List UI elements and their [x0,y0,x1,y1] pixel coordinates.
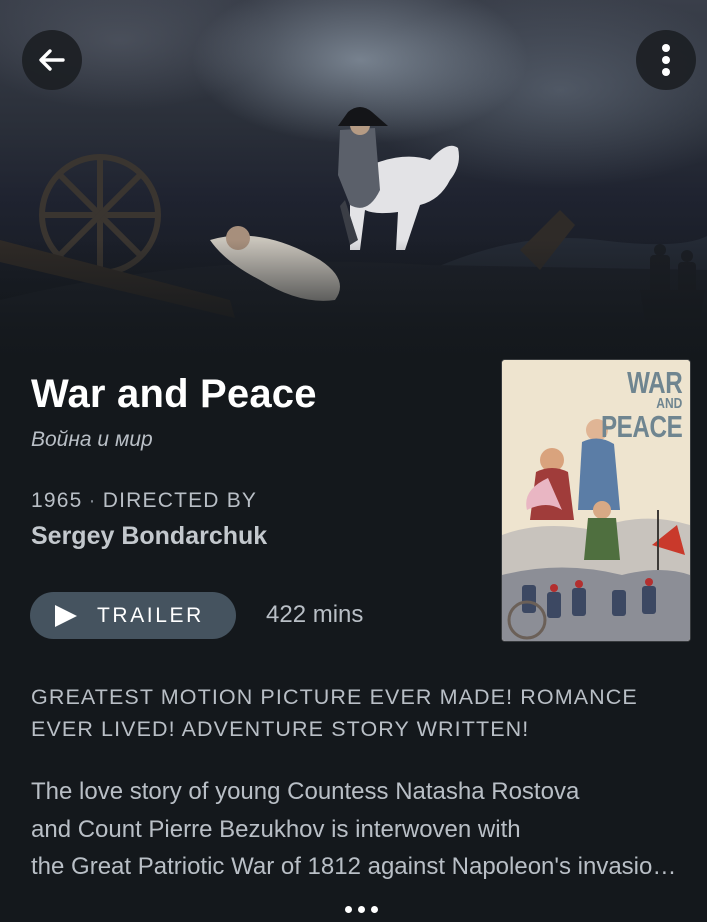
poster-word-war: WAR [626,365,683,400]
synopsis-line: the Great Patriotic War of 1812 against … [31,853,686,880]
synopsis[interactable]: The love story of young Countess Natasha… [31,773,691,886]
more-options-button[interactable] [636,30,696,90]
poster-title: WAR AND PEACE [578,365,683,444]
expand-synopsis-button[interactable] [336,900,386,918]
tagline: GREATEST MOTION PICTURE EVER MADE! ROMAN… [31,685,638,741]
film-meta: 1965 · DIRECTED BY [31,489,257,513]
film-poster[interactable]: WAR AND PEACE [502,360,690,641]
play-icon [55,604,77,627]
ellipsis-icon [370,905,378,913]
trailer-button[interactable]: TRAILER [30,592,236,639]
ellipsis-icon [344,905,352,913]
release-year[interactable]: 1965 [31,489,83,512]
meta-separator: · [88,489,97,512]
directed-by-label: DIRECTED BY [102,489,258,512]
runtime: 422 mins [266,601,364,628]
back-button[interactable] [22,30,82,90]
director-name[interactable]: Sergey Bondarchuk [31,522,267,551]
arrow-left-icon [39,49,65,71]
trailer-label: TRAILER [97,603,204,627]
ellipsis-icon [357,905,365,913]
synopsis-line: and Count Pierre Bezukhov is interwoven … [31,815,521,843]
synopsis-line: The love story of young Countess Natasha… [31,778,580,805]
more-vertical-icon [662,44,670,76]
backdrop-image [0,0,707,360]
poster-word-peace: PEACE [600,408,683,444]
original-title: Война и мир [31,428,153,451]
film-title: War and Peace [31,372,317,416]
